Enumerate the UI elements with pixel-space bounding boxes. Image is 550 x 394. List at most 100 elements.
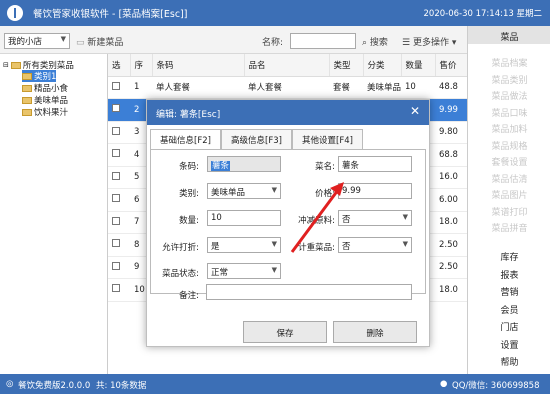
add-dish-button[interactable]: ▭ 新建菜品 bbox=[76, 35, 123, 48]
nav-item[interactable]: 库存 bbox=[468, 250, 550, 263]
row-checkbox-cell bbox=[108, 256, 130, 279]
column-header[interactable]: 序 bbox=[130, 54, 153, 77]
row-checkbox[interactable] bbox=[112, 171, 120, 180]
column-header[interactable]: 类型 bbox=[329, 54, 364, 77]
row-checkbox-cell bbox=[108, 76, 130, 99]
row-checkbox[interactable] bbox=[112, 104, 120, 113]
row-checkbox[interactable] bbox=[112, 194, 120, 203]
basic-info-panel: 条码: 薯条 菜名: 薯条 类别: 美味单品 ▼ 价格: 9.99 数量: 10 … bbox=[150, 149, 426, 301]
user-icon: ● bbox=[440, 379, 448, 389]
row-checkbox[interactable] bbox=[112, 126, 120, 135]
chevron-down-icon: ▼ bbox=[402, 240, 408, 248]
folder-icon bbox=[22, 84, 32, 92]
category-select[interactable]: 美味单品 ▼ bbox=[207, 183, 281, 199]
app-logo-icon bbox=[7, 5, 23, 21]
table-cell: 单人套餐 bbox=[244, 76, 329, 99]
tree-item-singles[interactable]: 美味单品 bbox=[22, 94, 68, 106]
nav-item[interactable]: 设置 bbox=[468, 338, 550, 351]
row-checkbox-cell bbox=[108, 188, 130, 212]
nav-dishes[interactable]: 菜品 bbox=[468, 26, 550, 44]
nav-subitem[interactable]: 菜品拼音 bbox=[468, 221, 550, 234]
weigh-select[interactable]: 否 ▼ bbox=[338, 237, 412, 253]
tab-other-settings[interactable]: 其他设置[F4] bbox=[292, 129, 363, 149]
tree-item-drinks[interactable]: 饮料果汁 bbox=[22, 106, 68, 118]
datetime: 2020-06-30 17:14:13 星期二 bbox=[423, 9, 542, 19]
nav-item[interactable]: 门店 bbox=[468, 320, 550, 333]
contact-text: QQ/微信: 360699858 bbox=[452, 381, 540, 391]
folder-icon bbox=[10, 61, 21, 69]
save-button[interactable]: 保存 bbox=[243, 321, 327, 343]
column-header[interactable]: 品名 bbox=[244, 54, 330, 77]
status-select[interactable]: 正常 ▼ bbox=[207, 263, 281, 279]
row-checkbox[interactable] bbox=[112, 261, 120, 270]
nav-subitem[interactable]: 菜品图片 bbox=[468, 188, 550, 201]
chevron-down-icon: ▼ bbox=[402, 213, 408, 221]
store-select[interactable]: 我的小店 ▼ bbox=[4, 33, 70, 49]
row-checkbox[interactable] bbox=[112, 216, 120, 225]
tree-item-snacks[interactable]: 精品小食 bbox=[22, 82, 68, 94]
barcode-label: 条码: bbox=[179, 162, 199, 172]
list-icon: ☰ bbox=[402, 38, 411, 48]
record-count: 共: 10条数据 bbox=[96, 381, 147, 391]
row-checkbox-cell bbox=[108, 233, 130, 257]
name-input[interactable]: 薯条 bbox=[338, 156, 412, 172]
barcode-input[interactable]: 薯条 bbox=[207, 156, 281, 172]
folder-icon bbox=[22, 108, 32, 116]
column-header[interactable]: 分类 bbox=[363, 54, 402, 77]
nav-subitem[interactable]: 菜品加料 bbox=[468, 122, 550, 135]
right-nav: 菜品 菜品档案菜品类别菜品做法菜品口味菜品加料菜品规格套餐设置菜品估清菜品图片菜… bbox=[467, 26, 550, 374]
version-text: 餐饮免费版2.0.0.0 bbox=[18, 381, 91, 391]
nav-subitem[interactable]: 套餐设置 bbox=[468, 155, 550, 168]
nav-item[interactable]: 帮助 bbox=[468, 355, 550, 368]
tab-advanced-info[interactable]: 高级信息[F3] bbox=[221, 129, 292, 149]
search-button[interactable]: ⌕ 搜索 bbox=[362, 35, 388, 48]
nav-item[interactable]: 会员 bbox=[468, 303, 550, 316]
column-header[interactable]: 数量 bbox=[401, 54, 436, 77]
status-label: 菜品状态: bbox=[162, 269, 199, 279]
nav-subitem[interactable]: 菜品估清 bbox=[468, 172, 550, 185]
row-checkbox-cell bbox=[108, 143, 130, 167]
chevron-down-icon: ▼ bbox=[271, 240, 277, 248]
dialog-title: 编辑: 薯条[Esc] bbox=[156, 110, 221, 120]
nav-subitem[interactable]: 菜品类别 bbox=[468, 73, 550, 86]
nav-item[interactable]: 营销 bbox=[468, 285, 550, 298]
nav-item[interactable]: 报表 bbox=[468, 268, 550, 281]
row-checkbox[interactable] bbox=[112, 81, 120, 90]
nav-subitem[interactable]: 菜品口味 bbox=[468, 106, 550, 119]
table-row[interactable]: 1 单人套餐 单人套餐 套餐 美味单品 10 48.8 bbox=[108, 76, 492, 99]
row-checkbox[interactable] bbox=[112, 149, 120, 158]
row-checkbox[interactable] bbox=[112, 239, 120, 248]
chevron-down-icon: ▼ bbox=[60, 35, 66, 43]
deduct-select[interactable]: 否 ▼ bbox=[338, 210, 412, 226]
close-icon[interactable]: ✕ bbox=[410, 104, 420, 118]
nav-subitem[interactable]: 菜品档案 bbox=[468, 56, 550, 69]
title-bar: 餐饮管家收银软件 - [菜品档案[Esc]] 2020-06-30 17:14:… bbox=[0, 0, 550, 26]
status-bar: ◎ 餐饮免费版2.0.0.0 共: 10条数据 ● QQ/微信: 3606998… bbox=[0, 374, 550, 394]
price-input[interactable]: 9.99 bbox=[338, 183, 412, 199]
nav-subitem[interactable]: 菜品做法 bbox=[468, 89, 550, 102]
quantity-input[interactable]: 10 bbox=[207, 210, 281, 226]
nav-subitem[interactable]: 菜品规格 bbox=[468, 139, 550, 152]
chevron-down-icon: ▼ bbox=[271, 186, 277, 194]
delete-button[interactable]: 删除 bbox=[333, 321, 417, 343]
name-label: 名称: bbox=[262, 38, 284, 48]
category-tree: ⊟ 所有类别菜品 类别1 精品小食 美味单品 饮料果汁 bbox=[0, 54, 108, 374]
row-checkbox[interactable] bbox=[112, 284, 120, 293]
note-label: 备注: bbox=[179, 291, 199, 301]
more-actions-button[interactable]: ☰ 更多操作 ▾ bbox=[402, 35, 456, 48]
nav-subitem[interactable]: 菜谱打印 bbox=[468, 205, 550, 218]
column-header[interactable]: 选 bbox=[108, 54, 131, 77]
note-input[interactable] bbox=[206, 284, 412, 300]
name-search-input[interactable] bbox=[290, 33, 356, 49]
column-header[interactable]: 条码 bbox=[152, 54, 245, 77]
table-cell: 10 bbox=[401, 76, 435, 99]
table-cell: 1 bbox=[130, 76, 152, 99]
tree-item-category1[interactable]: 类别1 bbox=[22, 70, 57, 82]
discount-select[interactable]: 是 ▼ bbox=[207, 237, 281, 253]
dialog-header: 编辑: 薯条[Esc] ✕ bbox=[147, 100, 429, 125]
search-icon: ⌕ bbox=[362, 38, 368, 48]
table-cell: 美味单品 bbox=[363, 76, 401, 99]
tab-basic-info[interactable]: 基础信息[F2] bbox=[150, 129, 221, 150]
table-cell: 单人套餐 bbox=[152, 76, 244, 99]
quantity-label: 数量: bbox=[179, 216, 199, 226]
